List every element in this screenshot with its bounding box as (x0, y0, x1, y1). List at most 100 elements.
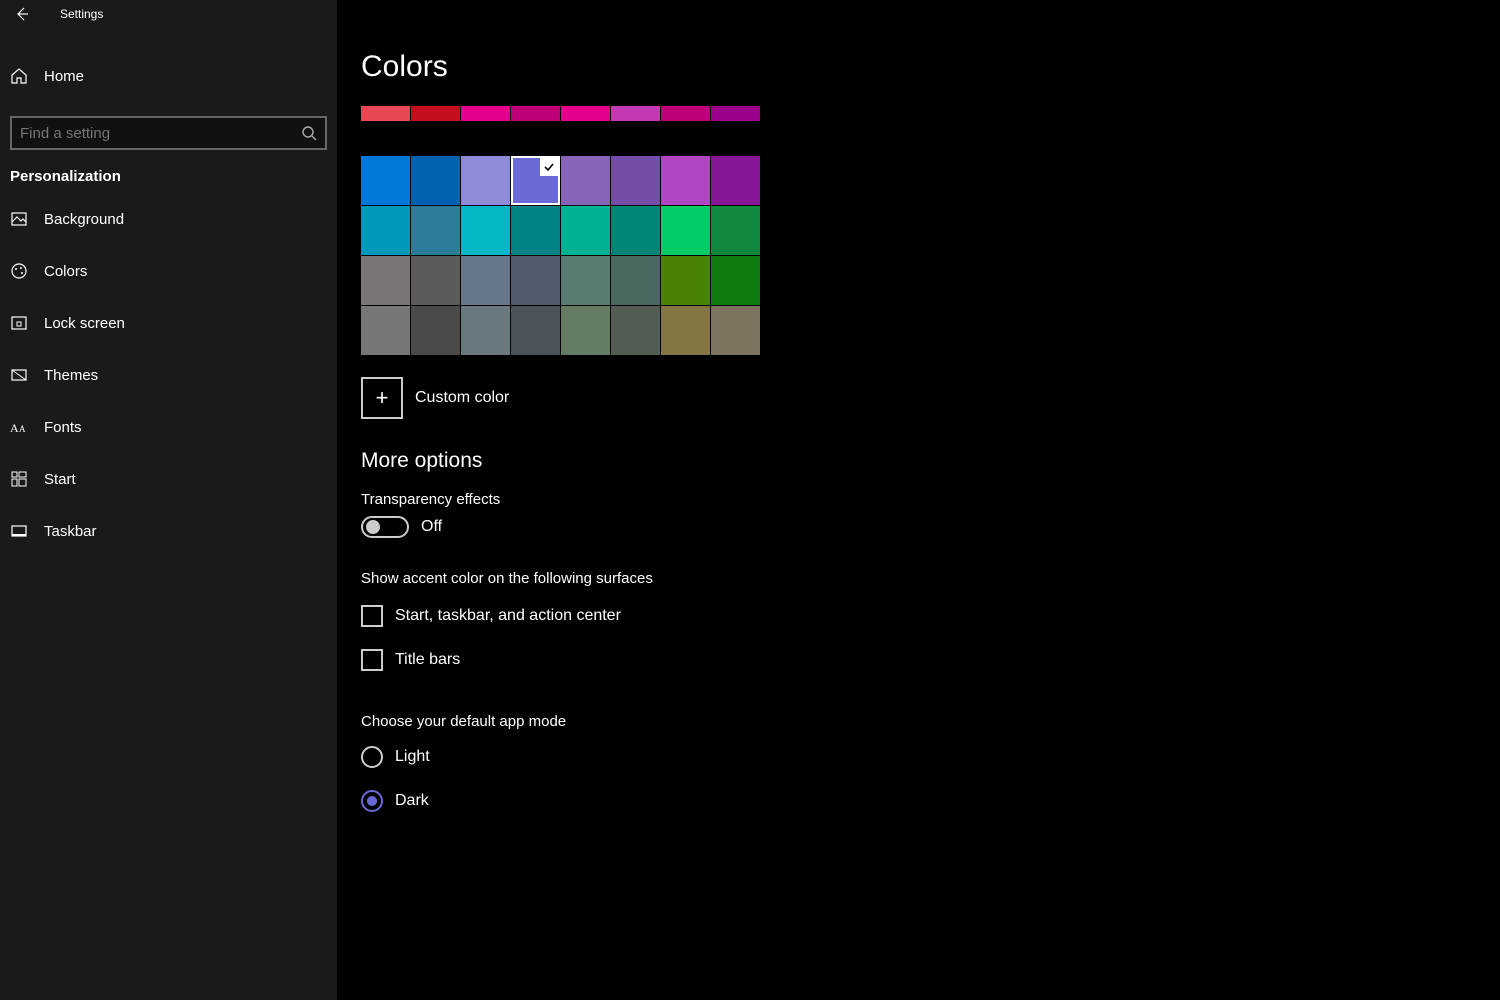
nav-background-label: Background (44, 211, 124, 228)
accent-check-titlebars-label: Title bars (395, 651, 460, 669)
color-swatch[interactable] (611, 206, 660, 255)
accent-surface-label: Show accent color on the following surfa… (361, 570, 1500, 587)
nav-fonts-label: Fonts (44, 419, 82, 436)
color-swatch[interactable] (561, 306, 610, 355)
mode-light-label: Light (395, 748, 430, 766)
svg-text:A: A (19, 424, 26, 434)
check-icon (540, 158, 558, 176)
color-swatch[interactable] (511, 206, 560, 255)
grid-icon (10, 470, 38, 488)
nav-lockscreen[interactable]: Lock screen (0, 297, 337, 349)
color-swatch[interactable] (461, 156, 510, 205)
nav-background[interactable]: Background (0, 193, 337, 245)
color-swatch[interactable] (711, 306, 760, 355)
color-swatch[interactable] (461, 106, 510, 121)
lock-icon (10, 314, 38, 332)
color-swatch[interactable] (511, 306, 560, 355)
color-swatch[interactable] (411, 306, 460, 355)
color-swatch[interactable] (411, 106, 460, 121)
nav-taskbar-label: Taskbar (44, 523, 97, 540)
color-swatch[interactable] (361, 156, 410, 205)
plus-icon: + (376, 385, 389, 411)
svg-text:A: A (10, 421, 19, 435)
back-button[interactable] (12, 4, 32, 24)
color-swatch[interactable] (561, 256, 610, 305)
accent-check-start-label: Start, taskbar, and action center (395, 607, 621, 625)
transparency-toggle[interactable] (361, 516, 409, 538)
custom-color-label: Custom color (415, 389, 509, 407)
color-swatch[interactable] (561, 106, 610, 121)
color-swatch[interactable] (461, 306, 510, 355)
nav-home-label: Home (44, 68, 84, 85)
nav-start-label: Start (44, 471, 76, 488)
color-swatch[interactable] (561, 156, 610, 205)
color-swatch[interactable] (611, 306, 660, 355)
color-swatch[interactable] (361, 106, 410, 121)
custom-color-row: + Custom color (361, 377, 1500, 419)
nav-home[interactable]: Home (0, 50, 337, 102)
sidebar: Settings Home Personalization Background… (0, 0, 337, 1000)
checkbox-icon (361, 605, 383, 627)
content: Colors + Custom color More options Trans… (337, 0, 1500, 1000)
color-swatch[interactable] (661, 206, 710, 255)
color-swatch[interactable] (561, 206, 610, 255)
font-icon: AA (10, 419, 38, 435)
checkbox-icon (361, 649, 383, 671)
mode-dark-label: Dark (395, 792, 429, 810)
color-swatch[interactable] (361, 206, 410, 255)
picture-icon (10, 210, 38, 228)
accent-check-titlebars[interactable]: Title bars (361, 649, 1500, 671)
color-swatch[interactable] (511, 106, 560, 121)
color-swatch[interactable] (661, 306, 710, 355)
home-icon (10, 67, 38, 85)
color-swatch[interactable] (511, 156, 560, 205)
color-swatch[interactable] (711, 156, 760, 205)
color-swatch[interactable] (611, 156, 660, 205)
color-swatch[interactable] (461, 206, 510, 255)
color-swatch[interactable] (661, 256, 710, 305)
window-title: Settings (60, 7, 103, 21)
color-swatch[interactable] (711, 206, 760, 255)
transparency-state: Off (421, 518, 442, 536)
transparency-toggle-row: Off (361, 516, 1500, 538)
color-swatch[interactable] (661, 156, 710, 205)
color-swatch[interactable] (711, 106, 760, 121)
nav-themes-label: Themes (44, 367, 98, 384)
brush-icon (10, 366, 38, 384)
color-swatch[interactable] (411, 256, 460, 305)
color-swatch[interactable] (611, 106, 660, 121)
color-swatch[interactable] (511, 256, 560, 305)
page-title: Colors (361, 50, 1500, 84)
more-options-heading: More options (361, 449, 1500, 473)
radio-icon (361, 746, 383, 768)
palette-icon (10, 262, 38, 280)
nav-colors[interactable]: Colors (0, 245, 337, 297)
custom-color-button[interactable]: + (361, 377, 403, 419)
color-swatch[interactable] (661, 106, 710, 121)
section-header: Personalization (0, 150, 337, 193)
transparency-label: Transparency effects (361, 491, 1500, 508)
color-swatch[interactable] (411, 156, 460, 205)
nav-start[interactable]: Start (0, 453, 337, 505)
app-mode-label: Choose your default app mode (361, 713, 1500, 730)
search-input[interactable] (20, 125, 301, 142)
nav-fonts[interactable]: AA Fonts (0, 401, 337, 453)
mode-light[interactable]: Light (361, 746, 1500, 768)
color-swatch[interactable] (411, 206, 460, 255)
color-swatch[interactable] (361, 256, 410, 305)
search-box[interactable] (10, 116, 327, 150)
color-swatch[interactable] (711, 256, 760, 305)
nav-themes[interactable]: Themes (0, 349, 337, 401)
titlebar: Settings (0, 0, 337, 28)
color-swatch[interactable] (461, 256, 510, 305)
mode-dark[interactable]: Dark (361, 790, 1500, 812)
nav-taskbar[interactable]: Taskbar (0, 505, 337, 557)
taskbar-icon (10, 522, 38, 540)
color-swatch-grid (361, 106, 761, 355)
radio-icon (361, 790, 383, 812)
color-swatch[interactable] (611, 256, 660, 305)
nav-lockscreen-label: Lock screen (44, 315, 125, 332)
nav-colors-label: Colors (44, 263, 87, 280)
accent-check-start[interactable]: Start, taskbar, and action center (361, 605, 1500, 627)
color-swatch[interactable] (361, 306, 410, 355)
